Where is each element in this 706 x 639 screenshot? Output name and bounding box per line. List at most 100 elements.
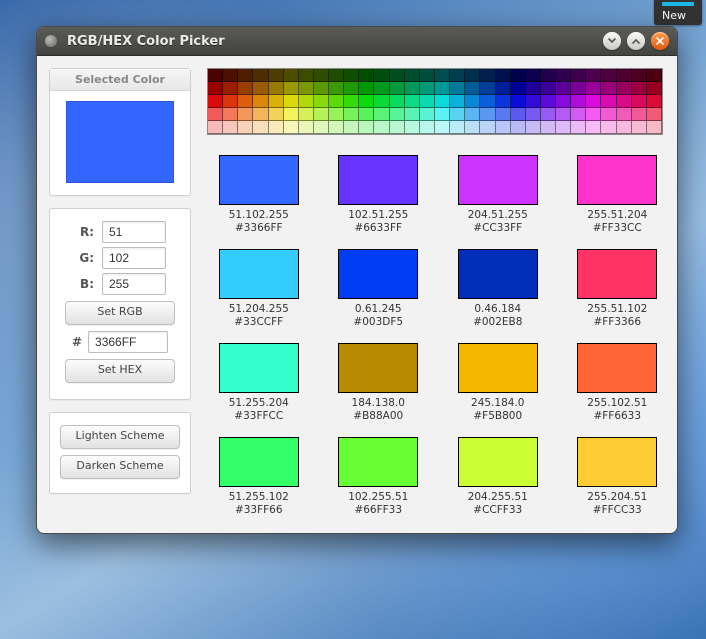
palette-cell[interactable] bbox=[208, 121, 223, 134]
palette-cell[interactable] bbox=[571, 95, 586, 108]
palette-cell[interactable] bbox=[617, 121, 632, 134]
palette-cell[interactable] bbox=[480, 82, 495, 95]
palette-cell[interactable] bbox=[617, 95, 632, 108]
palette-cell[interactable] bbox=[299, 121, 314, 134]
palette-cell[interactable] bbox=[496, 108, 511, 121]
palette-cell[interactable] bbox=[647, 95, 662, 108]
lighten-scheme-button[interactable]: Lighten Scheme bbox=[60, 425, 180, 449]
palette-cell[interactable] bbox=[480, 69, 495, 82]
swatch-box[interactable] bbox=[219, 437, 299, 487]
swatch-box[interactable] bbox=[338, 155, 418, 205]
palette-cell[interactable] bbox=[465, 108, 480, 121]
palette-cell[interactable] bbox=[450, 82, 465, 95]
swatch-box[interactable] bbox=[577, 343, 657, 393]
swatch-box[interactable] bbox=[458, 249, 538, 299]
palette-cell[interactable] bbox=[359, 95, 374, 108]
palette-cell[interactable] bbox=[450, 69, 465, 82]
palette-cell[interactable] bbox=[617, 108, 632, 121]
palette-cell[interactable] bbox=[586, 95, 601, 108]
palette-cell[interactable] bbox=[269, 108, 284, 121]
palette-cell[interactable] bbox=[329, 108, 344, 121]
palette-cell[interactable] bbox=[511, 121, 526, 134]
palette-cell[interactable] bbox=[556, 121, 571, 134]
g-input[interactable] bbox=[102, 247, 166, 269]
palette-cell[interactable] bbox=[344, 69, 359, 82]
swatch-box[interactable] bbox=[338, 343, 418, 393]
palette-cell[interactable] bbox=[480, 108, 495, 121]
palette-cell[interactable] bbox=[450, 121, 465, 134]
palette-cell[interactable] bbox=[269, 121, 284, 134]
palette-cell[interactable] bbox=[344, 108, 359, 121]
palette-cell[interactable] bbox=[314, 108, 329, 121]
palette-cell[interactable] bbox=[647, 82, 662, 95]
palette-cell[interactable] bbox=[238, 108, 253, 121]
darken-scheme-button[interactable]: Darken Scheme bbox=[60, 455, 180, 479]
palette-cell[interactable] bbox=[496, 69, 511, 82]
palette-cell[interactable] bbox=[511, 82, 526, 95]
swatch-box[interactable] bbox=[577, 155, 657, 205]
r-input[interactable] bbox=[102, 221, 166, 243]
palette-cell[interactable] bbox=[435, 108, 450, 121]
palette-cell[interactable] bbox=[314, 82, 329, 95]
swatch-box[interactable] bbox=[219, 249, 299, 299]
palette-cell[interactable] bbox=[632, 121, 647, 134]
palette-cell[interactable] bbox=[238, 69, 253, 82]
palette-cell[interactable] bbox=[390, 121, 405, 134]
palette-cell[interactable] bbox=[526, 82, 541, 95]
palette-cell[interactable] bbox=[435, 82, 450, 95]
palette-cell[interactable] bbox=[405, 121, 420, 134]
palette-cell[interactable] bbox=[571, 121, 586, 134]
palette-cell[interactable] bbox=[420, 95, 435, 108]
palette-cell[interactable] bbox=[586, 121, 601, 134]
palette-cell[interactable] bbox=[632, 95, 647, 108]
palette-cell[interactable] bbox=[253, 69, 268, 82]
palette-cell[interactable] bbox=[390, 69, 405, 82]
palette-cell[interactable] bbox=[374, 95, 389, 108]
palette-cell[interactable] bbox=[223, 69, 238, 82]
palette-cell[interactable] bbox=[571, 82, 586, 95]
swatch-box[interactable] bbox=[458, 155, 538, 205]
palette-cell[interactable] bbox=[359, 108, 374, 121]
swatch-box[interactable] bbox=[338, 437, 418, 487]
palette-cell[interactable] bbox=[556, 69, 571, 82]
palette-cell[interactable] bbox=[632, 108, 647, 121]
palette-cell[interactable] bbox=[390, 108, 405, 121]
palette-cell[interactable] bbox=[541, 69, 556, 82]
palette-cell[interactable] bbox=[526, 108, 541, 121]
palette-cell[interactable] bbox=[556, 108, 571, 121]
palette-cell[interactable] bbox=[253, 121, 268, 134]
palette-cell[interactable] bbox=[299, 108, 314, 121]
palette-cell[interactable] bbox=[284, 121, 299, 134]
palette-cell[interactable] bbox=[541, 121, 556, 134]
palette-cell[interactable] bbox=[541, 95, 556, 108]
palette-cell[interactable] bbox=[299, 82, 314, 95]
palette-cell[interactable] bbox=[586, 82, 601, 95]
palette-cell[interactable] bbox=[329, 82, 344, 95]
palette-cell[interactable] bbox=[223, 108, 238, 121]
set-rgb-button[interactable]: Set RGB bbox=[65, 301, 175, 325]
palette-cell[interactable] bbox=[253, 95, 268, 108]
palette-cell[interactable] bbox=[450, 95, 465, 108]
palette-cell[interactable] bbox=[208, 69, 223, 82]
palette-cell[interactable] bbox=[465, 69, 480, 82]
palette-cell[interactable] bbox=[601, 121, 616, 134]
titlebar[interactable]: RGB/HEX Color Picker bbox=[37, 27, 677, 56]
palette-cell[interactable] bbox=[601, 82, 616, 95]
palette-cell[interactable] bbox=[208, 95, 223, 108]
palette-cell[interactable] bbox=[359, 82, 374, 95]
minimize-button[interactable] bbox=[603, 32, 621, 50]
palette-cell[interactable] bbox=[420, 82, 435, 95]
b-input[interactable] bbox=[102, 273, 166, 295]
palette-cell[interactable] bbox=[374, 69, 389, 82]
palette-cell[interactable] bbox=[405, 82, 420, 95]
palette-cell[interactable] bbox=[223, 82, 238, 95]
palette-cell[interactable] bbox=[465, 121, 480, 134]
palette-cell[interactable] bbox=[405, 69, 420, 82]
palette-cell[interactable] bbox=[435, 69, 450, 82]
palette-cell[interactable] bbox=[435, 95, 450, 108]
palette-cell[interactable] bbox=[299, 69, 314, 82]
swatch-box[interactable] bbox=[458, 437, 538, 487]
palette-cell[interactable] bbox=[374, 121, 389, 134]
palette-cell[interactable] bbox=[496, 95, 511, 108]
palette-cell[interactable] bbox=[284, 108, 299, 121]
